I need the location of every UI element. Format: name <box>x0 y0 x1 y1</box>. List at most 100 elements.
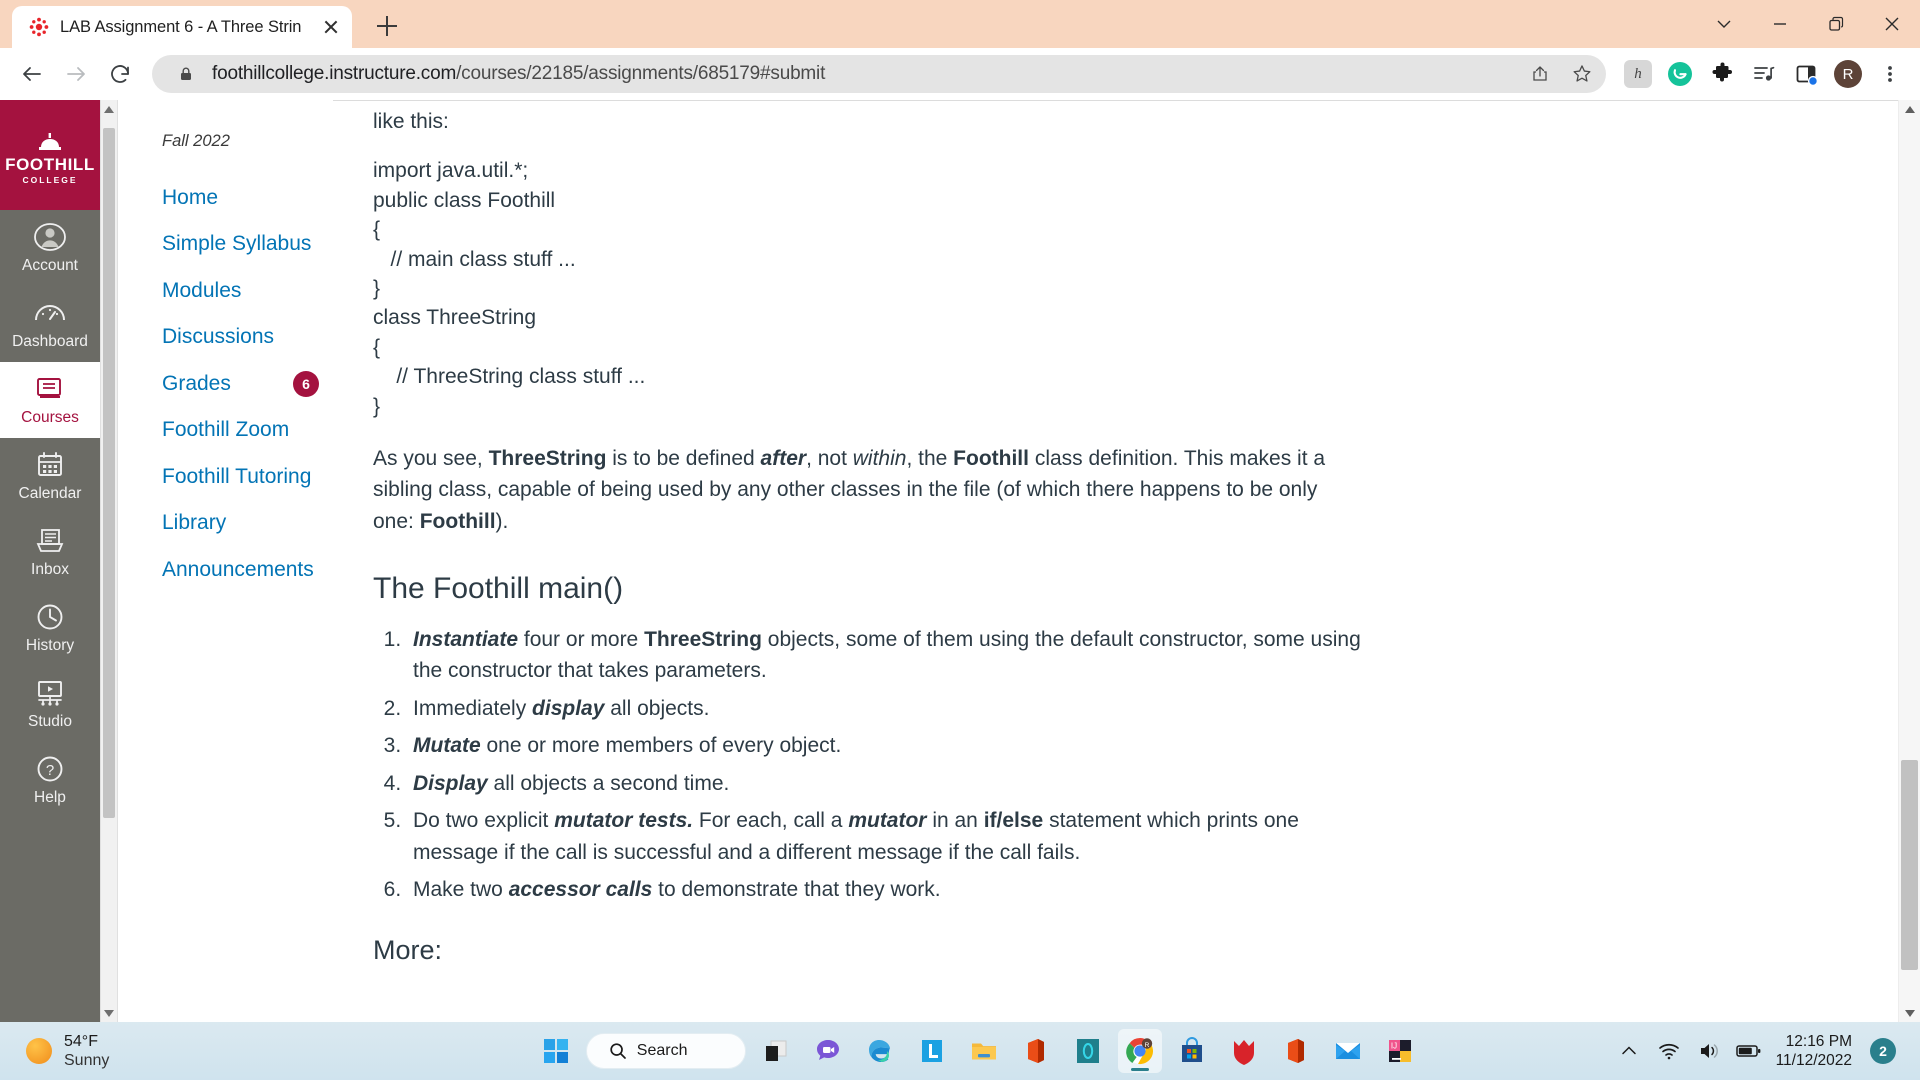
course-nav-item-foothill-zoom[interactable]: Foothill Zoom <box>130 407 333 453</box>
address-bar[interactable]: foothillcollege.instructure.com/courses/… <box>152 55 1606 93</box>
list-item: Display all objects a second time. <box>407 768 1387 800</box>
sidebar-item-history[interactable]: History <box>0 590 100 666</box>
foothill-college-logo[interactable]: FOOTHILL COLLEGE <box>0 100 100 210</box>
page-scrollbar[interactable] <box>1898 100 1920 1022</box>
assignment-content: like this: import java.util.*; public cl… <box>333 100 1898 1022</box>
page-scroll-down-arrow-icon[interactable] <box>1899 1004 1920 1022</box>
close-window-button[interactable] <box>1864 0 1920 48</box>
step-italic: display <box>532 696 605 720</box>
url-path: /courses/22185/assignments/685179#submit <box>456 63 826 84</box>
sidebar-item-courses[interactable]: Courses <box>0 362 100 438</box>
share-icon[interactable] <box>1524 58 1556 90</box>
lastpass-icon[interactable] <box>910 1029 954 1073</box>
windows-start-icon[interactable] <box>534 1029 578 1073</box>
course-nav-item-modules[interactable]: Modules <box>130 268 333 314</box>
course-nav-item-discussions[interactable]: Discussions <box>130 314 333 360</box>
new-tab-button[interactable] <box>370 9 404 43</box>
wifi-icon[interactable] <box>1656 1038 1682 1064</box>
course-nav-item-announcements[interactable]: Announcements <box>130 547 333 593</box>
list-item: Make two accessor calls to demonstrate t… <box>407 874 1387 906</box>
reload-icon[interactable] <box>100 54 140 94</box>
task-view-icon[interactable] <box>754 1029 798 1073</box>
course-nav-label: Modules <box>162 278 242 302</box>
courses-book-icon <box>31 372 69 406</box>
page-scrollbar-thumb[interactable] <box>1901 760 1918 970</box>
media-playlist-icon[interactable] <box>1746 56 1782 92</box>
course-nav-item-simple-syllabus[interactable]: Simple Syllabus <box>130 221 333 267</box>
page-scroll-up-arrow-icon[interactable] <box>1899 100 1920 118</box>
sidebar-item-label: Courses <box>21 409 79 426</box>
honey-extension-icon[interactable]: h <box>1620 56 1656 92</box>
profile-avatar[interactable]: R <box>1830 56 1866 92</box>
chat-teams-icon[interactable] <box>806 1029 850 1073</box>
tab-strip: LAB Assignment 6 - A Three Strin <box>0 0 1920 48</box>
course-nav-item-library[interactable]: Library <box>130 500 333 546</box>
google-chrome-icon[interactable]: R <box>1117 1029 1162 1073</box>
course-nav-item-grades[interactable]: Grades 6 <box>130 361 333 407</box>
office-icon[interactable] <box>1014 1029 1058 1073</box>
course-nav-scrollbar[interactable] <box>100 100 118 1022</box>
star-icon[interactable] <box>1566 58 1598 90</box>
sidebar-item-help[interactable]: ? Help <box>0 742 100 818</box>
chevron-up-icon[interactable] <box>1616 1038 1642 1064</box>
browser-tab[interactable]: LAB Assignment 6 - A Three Strin <box>12 6 352 48</box>
calendar-icon <box>31 448 69 482</box>
course-nav-item-foothill-tutoring[interactable]: Foothill Tutoring <box>130 454 333 500</box>
sidebar-item-account[interactable]: Account <box>0 210 100 286</box>
scroll-up-arrow-icon[interactable] <box>101 100 117 118</box>
extensions-puzzle-icon[interactable] <box>1704 56 1740 92</box>
taskbar-apps: Search R IJ <box>340 1029 1616 1073</box>
course-nav-item-home[interactable]: Home <box>130 175 333 221</box>
profile-initial: R <box>1834 60 1862 88</box>
intellij-idea-icon[interactable]: IJ <box>1378 1029 1422 1073</box>
notification-badge[interactable]: 2 <box>1870 1038 1896 1064</box>
malwarebytes-icon[interactable] <box>1222 1029 1266 1073</box>
file-explorer-icon[interactable] <box>962 1029 1006 1073</box>
microsoft-store-icon[interactable] <box>1170 1029 1214 1073</box>
side-panel-icon[interactable] <box>1788 56 1824 92</box>
browser-toolbar: foothillcollege.instructure.com/courses/… <box>0 48 1920 100</box>
para-bold-threestring: ThreeString <box>488 446 607 470</box>
speaker-icon[interactable] <box>1696 1038 1722 1064</box>
course-nav-label: Announcements <box>162 557 314 581</box>
grammarly-extension-icon[interactable] <box>1662 56 1698 92</box>
three-dot-menu-icon[interactable] <box>1872 56 1908 92</box>
system-tray: 12:16 PM 11/12/2022 2 <box>1616 1032 1910 1071</box>
list-item: Immediately display all objects. <box>407 693 1387 725</box>
para-text: is to be defined <box>606 446 761 470</box>
clock-date: 11/12/2022 <box>1775 1052 1852 1069</box>
para-italic-after: after <box>760 446 807 470</box>
sidebar-item-inbox[interactable]: Inbox <box>0 514 100 590</box>
forward-arrow-icon[interactable] <box>56 54 96 94</box>
sidebar-item-label: History <box>25 637 75 654</box>
course-nav-label: Home <box>162 186 219 209</box>
scroll-down-arrow-icon[interactable] <box>101 1004 117 1022</box>
weather-widget[interactable]: 54°F Sunny <box>10 1032 340 1070</box>
step-text: four or more <box>518 627 645 651</box>
weather-temperature: 54°F <box>64 1032 98 1050</box>
sidebar-item-studio[interactable]: Studio <box>0 666 100 742</box>
step-lead: Instantiate <box>413 627 519 651</box>
course-nav-label: Discussions <box>162 325 275 349</box>
course-nav-label: Foothill Zoom <box>162 418 290 442</box>
course-nav-label: Simple Syllabus <box>162 232 312 256</box>
sidebar-item-dashboard[interactable]: Dashboard <box>0 286 100 362</box>
office-word-icon[interactable] <box>1274 1029 1318 1073</box>
mail-icon[interactable] <box>1326 1029 1370 1073</box>
tab-search-chevron-icon[interactable] <box>1696 0 1752 48</box>
scrollbar-thumb[interactable] <box>103 128 115 818</box>
minimize-button[interactable] <box>1752 0 1808 48</box>
page-body: FOOTHILL COLLEGE Account Dashboard Cours… <box>0 100 1920 1022</box>
sidebar-item-calendar[interactable]: Calendar <box>0 438 100 514</box>
para-text: ). <box>495 509 509 533</box>
battery-icon[interactable] <box>1735 1038 1762 1064</box>
taskbar-clock[interactable]: 12:16 PM 11/12/2022 <box>1776 1032 1852 1071</box>
course-navigation: Fall 2022 Home Simple Syllabus Modules D… <box>118 100 333 1022</box>
taskbar-search[interactable]: Search <box>585 1033 746 1069</box>
sibling-class-paragraph: As you see, ThreeString is to be defined… <box>373 443 1343 538</box>
maximize-restore-button[interactable] <box>1808 0 1864 48</box>
tab-close-icon[interactable] <box>320 16 342 38</box>
microsoft-edge-icon[interactable] <box>858 1029 902 1073</box>
cortana-icon[interactable] <box>1066 1029 1110 1073</box>
back-arrow-icon[interactable] <box>12 54 52 94</box>
